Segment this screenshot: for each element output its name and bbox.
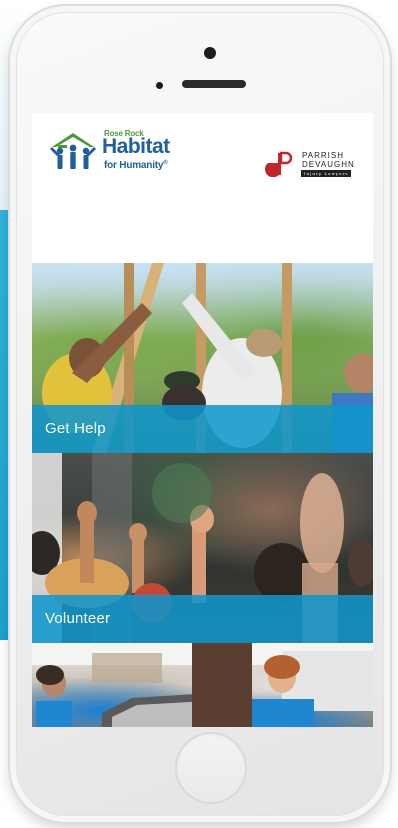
parrish-devaughn-logo[interactable]: PARRISH DEVAUGHN Injury Lawyers xyxy=(264,149,364,181)
get-help-label: Get Help xyxy=(45,420,106,437)
volunteer-tile[interactable]: Volunteer xyxy=(32,453,373,643)
volunteer-label: Volunteer xyxy=(45,610,111,627)
habitat-wordmark: Habitat xyxy=(102,135,170,158)
earpiece-speaker-icon xyxy=(182,80,246,88)
sponsor-tagline: Injury Lawyers xyxy=(301,170,352,177)
habitat-subtitle: for Humanity® xyxy=(104,160,168,171)
pd-monogram-icon xyxy=(265,151,293,177)
get-help-label-bar: Get Help xyxy=(32,405,373,453)
habitat-for-humanity-logo[interactable]: Rose Rock Habitat for Humanity® xyxy=(48,129,178,177)
photo-scene-illustration xyxy=(32,643,373,727)
front-camera-icon xyxy=(204,47,216,59)
home-button[interactable] xyxy=(175,732,247,804)
sponsor-name-line1: PARRISH xyxy=(302,151,344,160)
proximity-sensor-icon xyxy=(156,82,163,89)
volunteers-outdoor-photo xyxy=(32,643,373,727)
app-screen: Rose Rock Habitat for Humanity® PARRISH … xyxy=(32,113,373,727)
get-help-tile[interactable]: Get Help xyxy=(32,263,373,453)
volunteer-label-bar: Volunteer xyxy=(32,595,373,643)
app-header: Rose Rock Habitat for Humanity® PARRISH … xyxy=(32,113,373,263)
habitat-house-people-icon xyxy=(50,133,96,169)
sponsor-name-line2: DEVAUGHN xyxy=(302,160,355,169)
community-tile[interactable] xyxy=(32,643,373,727)
